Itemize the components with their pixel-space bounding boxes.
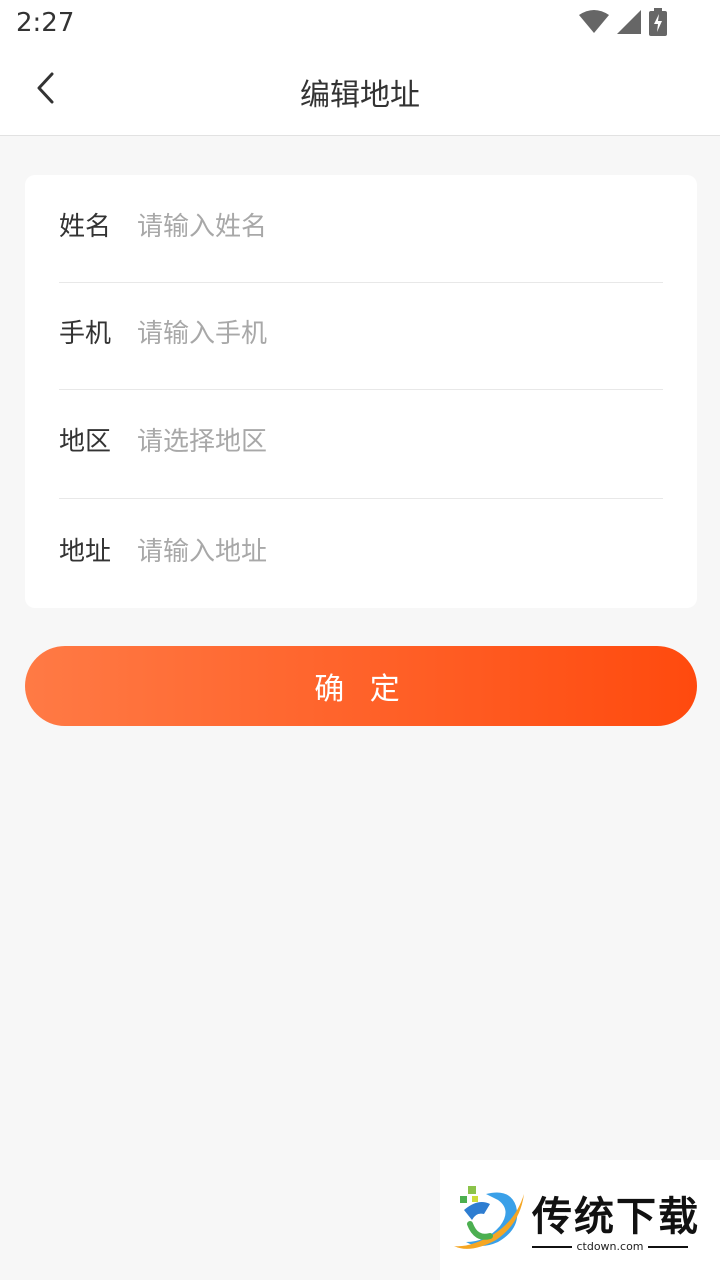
watermark-domain-row: ctdown.com bbox=[532, 1240, 688, 1253]
phone-input[interactable] bbox=[137, 314, 637, 354]
watermark-domain: ctdown.com bbox=[576, 1240, 644, 1253]
divider bbox=[647, 1245, 688, 1248]
address-input[interactable] bbox=[137, 532, 637, 572]
name-label: 姓名 bbox=[59, 212, 112, 242]
phone-label: 手机 bbox=[59, 319, 112, 349]
status-bar: 2:27 bbox=[0, 0, 720, 48]
region-row: 地区 bbox=[59, 389, 663, 499]
watermark-brand: 传统下载 bbox=[532, 1194, 700, 1240]
confirm-button[interactable]: 确 定 bbox=[25, 646, 697, 726]
signal-icon bbox=[616, 9, 642, 39]
name-input[interactable] bbox=[137, 207, 637, 247]
region-selector[interactable] bbox=[137, 422, 637, 462]
phone-row: 手机 bbox=[59, 282, 663, 390]
wifi-icon bbox=[578, 9, 610, 39]
status-time: 2:27 bbox=[16, 8, 75, 38]
address-form: 姓名 手机 地区 地址 bbox=[25, 175, 697, 608]
status-icons bbox=[578, 8, 668, 40]
battery-charging-icon bbox=[648, 8, 668, 40]
address-row: 地址 bbox=[59, 499, 663, 607]
divider bbox=[532, 1245, 573, 1248]
header: 编辑地址 bbox=[0, 48, 720, 136]
address-label: 地址 bbox=[59, 537, 112, 567]
page-title: 编辑地址 bbox=[300, 78, 420, 113]
brand-logo-icon bbox=[450, 1184, 526, 1260]
name-row: 姓名 bbox=[59, 175, 663, 283]
watermark: 传统下载 ctdown.com bbox=[440, 1160, 720, 1280]
region-label: 地区 bbox=[59, 427, 112, 457]
